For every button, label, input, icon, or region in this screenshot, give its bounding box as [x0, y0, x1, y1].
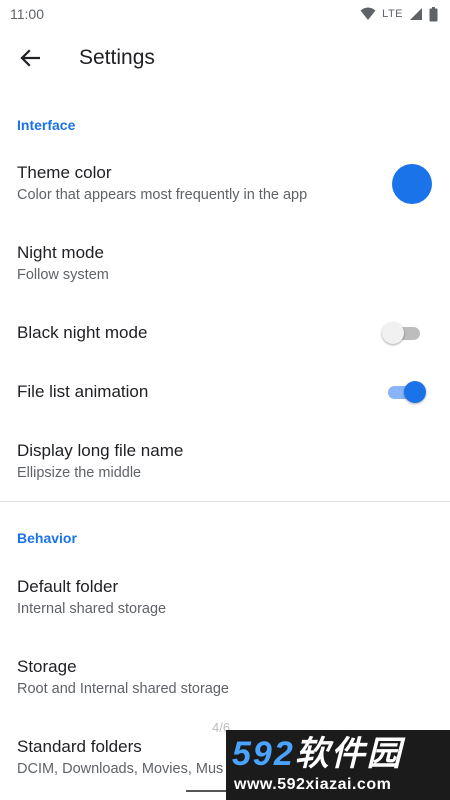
setting-summary: Follow system: [17, 267, 109, 283]
setting-storage[interactable]: Storage Root and Internal shared storage: [0, 656, 450, 700]
setting-summary: Internal shared storage: [17, 601, 167, 617]
wifi-icon: [360, 7, 376, 20]
switch-thumb: [382, 322, 404, 344]
watermark: 592软件园 www.592xiazai.com: [226, 730, 450, 800]
back-button[interactable]: [0, 28, 60, 88]
status-bar: 11:00 LTE: [0, 0, 450, 28]
setting-summary: Ellipsize the middle: [17, 465, 142, 481]
theme-color-swatch[interactable]: [392, 164, 432, 204]
setting-title: Storage: [17, 657, 77, 676]
network-type: LTE: [382, 8, 403, 20]
watermark-logo-text: 软件园: [294, 735, 403, 773]
black-night-mode-switch[interactable]: [382, 322, 422, 344]
page-title: Settings: [79, 46, 155, 69]
setting-summary: Color that appears most frequently in th…: [17, 187, 308, 203]
status-time: 11:00: [10, 6, 44, 22]
setting-title: Default folder: [17, 577, 119, 596]
watermark-logo: 592软件园: [232, 736, 403, 772]
setting-file-list-animation[interactable]: File list animation: [0, 381, 450, 403]
setting-night-mode[interactable]: Night mode Follow system: [0, 242, 450, 286]
signal-icon: [410, 8, 422, 20]
setting-title: Display long file name: [17, 441, 184, 460]
status-icons: LTE: [360, 6, 438, 22]
arrow-back-icon: [20, 49, 40, 67]
setting-default-folder[interactable]: Default folder Internal shared storage: [0, 576, 450, 620]
section-divider: [0, 501, 450, 502]
setting-title: Night mode: [17, 243, 104, 262]
setting-display-long-file-name[interactable]: Display long file name Ellipsize the mid…: [0, 440, 450, 484]
watermark-url: www.592xiazai.com: [234, 776, 392, 793]
section-header-behavior: Behavior: [17, 530, 77, 546]
section-header-interface: Interface: [17, 117, 76, 133]
setting-title: Theme color: [17, 163, 112, 182]
toolbar: Settings: [0, 28, 450, 88]
setting-summary: Root and Internal shared storage: [17, 681, 229, 697]
switch-thumb: [404, 381, 426, 403]
setting-theme-color[interactable]: Theme color Color that appears most freq…: [0, 162, 450, 206]
file-list-animation-switch[interactable]: [386, 381, 426, 403]
battery-icon: [429, 6, 438, 21]
watermark-logo-digits: 592: [232, 735, 295, 773]
